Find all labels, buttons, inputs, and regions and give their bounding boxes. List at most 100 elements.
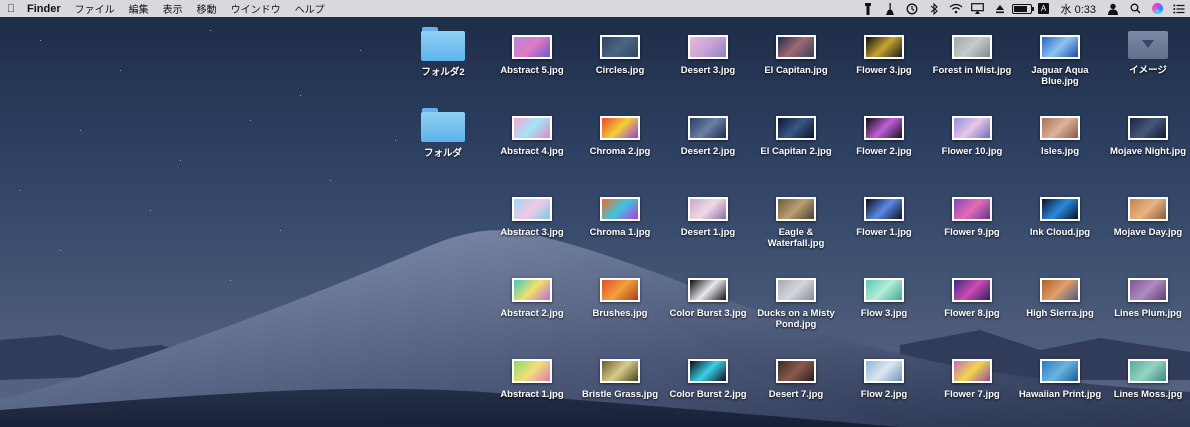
battery-icon[interactable] [1011,0,1034,17]
image-thumbnail-icon [864,278,904,302]
image-thumbnail-icon [600,197,640,221]
flashlight-icon[interactable] [857,0,879,17]
menu-app-name[interactable]: Finder [20,3,68,15]
menu-file[interactable]: ファイル [68,1,122,16]
desktop-file-desert-1[interactable]: Desert 1.jpg [665,189,751,238]
desktop-file-flower-1[interactable]: Flower 1.jpg [841,189,927,238]
desktop-file-flower-10[interactable]: Flower 10.jpg [929,108,1015,157]
desktop-file-chroma-2[interactable]: Chroma 2.jpg [577,108,663,157]
desktop-file-isles[interactable]: Isles.jpg [1017,108,1103,157]
desktop-file-mojave-day[interactable]: Mojave Day.jpg [1105,189,1190,238]
image-thumbnail-icon [600,35,640,59]
desktop-file-lines-plum[interactable]: Lines Plum.jpg [1105,270,1190,319]
desktop-item-label: Mojave Day.jpg [1113,227,1183,238]
desktop-file-circles[interactable]: Circles.jpg [577,27,663,76]
image-thumbnail-icon [1128,359,1168,383]
desktop-item-label: Desert 1.jpg [680,227,736,238]
notification-center-icon[interactable] [1168,0,1190,17]
image-thumbnail-icon [1040,35,1080,59]
desktop-item-label: Flower 1.jpg [856,227,912,238]
desktop-item-label: Circles.jpg [595,65,645,76]
desktop-file-jaguar-aqua-blue[interactable]: Jaguar Aqua Blue.jpg [1017,27,1103,87]
desktop-folder[interactable]: フォルダ [400,108,486,159]
time-machine-icon[interactable] [901,0,923,17]
desktop-item-label: Mojave Night.jpg [1110,146,1186,157]
desktop-file-flower-9[interactable]: Flower 9.jpg [929,189,1015,238]
desktop-item-label: Bristle Grass.jpg [581,389,659,400]
desktop-file-color-burst-2[interactable]: Color Burst 2.jpg [665,351,751,400]
desktop-file-el-capitan-2[interactable]: El Capitan 2.jpg [753,108,839,157]
image-thumbnail-icon [512,359,552,383]
desktop-file-flower-8[interactable]: Flower 8.jpg [929,270,1015,319]
image-thumbnail-icon [776,35,816,59]
desktop-file-brushes[interactable]: Brushes.jpg [577,270,663,319]
desktop-file-abstract-2[interactable]: Abstract 2.jpg [489,270,575,319]
input-source-icon[interactable]: A [1033,0,1055,17]
desktop-file-desert-2[interactable]: Desert 2.jpg [665,108,751,157]
desktop-file-eagle-waterfall[interactable]: Eagle & Waterfall.jpg [753,189,839,249]
desktop-file-mojave-night[interactable]: Mojave Night.jpg [1105,108,1190,157]
spotlight-icon[interactable] [1124,0,1146,17]
menu-go[interactable]: 移動 [190,1,224,16]
desktop-item-label: Ink Cloud.jpg [1029,227,1091,238]
desktop-item-label: イメージ [1129,65,1167,76]
desktop-item-label: Jaguar Aqua Blue.jpg [1031,65,1089,87]
wifi-icon[interactable] [945,0,967,17]
desktop-file-desert-3[interactable]: Desert 3.jpg [665,27,751,76]
desktop-file-chroma-1[interactable]: Chroma 1.jpg [577,189,663,238]
desktop-item-label: Eagle & Waterfall.jpg [767,227,825,249]
desktop-file-abstract-3[interactable]: Abstract 3.jpg [489,189,575,238]
user-icon[interactable] [1102,0,1124,17]
desktop-item-label: Desert 3.jpg [680,65,736,76]
desktop-file-abstract-4[interactable]: Abstract 4.jpg [489,108,575,157]
menu-help[interactable]: ヘルプ [288,1,332,16]
desktop-file-abstract-1[interactable]: Abstract 1.jpg [489,351,575,400]
desktop-file-flower-7[interactable]: Flower 7.jpg [929,351,1015,400]
image-thumbnail-icon [688,35,728,59]
image-thumbnail-icon [600,359,640,383]
desktop-file-high-sierra[interactable]: High Sierra.jpg [1017,270,1103,319]
image-thumbnail-icon [688,359,728,383]
desktop-file-flower-2[interactable]: Flower 2.jpg [841,108,927,157]
folder-icon [421,108,465,142]
desktop-file-bristle-grass[interactable]: Bristle Grass.jpg [577,351,663,400]
desktop-item-label: Chroma 2.jpg [589,146,651,157]
image-thumbnail-icon [776,278,816,302]
desktop-folder[interactable]: フォルダ2 [400,27,486,78]
desktop-item-label: Flower 2.jpg [856,146,912,157]
menu-edit[interactable]: 編集 [122,1,156,16]
image-thumbnail-icon [776,197,816,221]
image-thumbnail-icon [864,116,904,140]
image-thumbnail-icon [600,116,640,140]
desktop-file-flower-3[interactable]: Flower 3.jpg [841,27,927,76]
eject-icon[interactable] [989,0,1011,17]
desktop-image-stack[interactable]: イメージ [1105,27,1190,76]
desktop-file-abstract-5[interactable]: Abstract 5.jpg [489,27,575,76]
desktop-file-lines-moss[interactable]: Lines Moss.jpg [1105,351,1190,400]
menu-window[interactable]: ウインドウ [224,1,288,16]
desktop-item-label: Flower 9.jpg [944,227,1000,238]
desktop-file-forest-in-mist[interactable]: Forest in Mist.jpg [929,27,1015,76]
image-thumbnail-icon [688,278,728,302]
desktop-file-hawaiian-print[interactable]: Hawaiian Print.jpg [1017,351,1103,400]
desktop-file-el-capitan[interactable]: El Capitan.jpg [753,27,839,76]
desktop-file-ink-cloud[interactable]: Ink Cloud.jpg [1017,189,1103,238]
desktop-file-color-burst-3[interactable]: Color Burst 3.jpg [665,270,751,319]
desktop-file-flow-2[interactable]: Flow 2.jpg [841,351,927,400]
image-thumbnail-icon [952,359,992,383]
desktop-file-ducks-on-a-misty-pond[interactable]: Ducks on a Misty Pond.jpg [753,270,839,330]
desktop-item-label: El Capitan.jpg [764,65,828,76]
apple-logo-icon[interactable]:  [2,3,20,15]
siri-icon[interactable] [1146,0,1168,17]
desktop-item-label: Color Burst 2.jpg [669,389,747,400]
desktop-file-flow-3[interactable]: Flow 3.jpg [841,270,927,319]
broom-icon[interactable] [879,0,901,17]
desktop-item-label: High Sierra.jpg [1026,308,1094,319]
desktop-item-label: Flow 3.jpg [860,308,908,319]
airplay-icon[interactable] [967,0,989,17]
image-thumbnail-icon [1040,359,1080,383]
menu-view[interactable]: 表示 [156,1,190,16]
bluetooth-icon[interactable] [923,0,945,17]
menu-clock[interactable]: 水 0:33 [1055,1,1102,17]
desktop-file-desert-7[interactable]: Desert 7.jpg [753,351,839,400]
